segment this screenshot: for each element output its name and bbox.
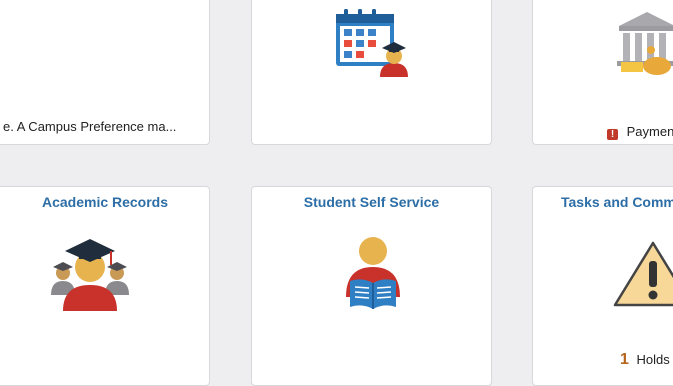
tasks-title: Tasks and Comm bbox=[561, 194, 673, 210]
tile-tasks[interactable]: Tasks and Comm 1 Holds bbox=[532, 186, 673, 386]
tile-academic-records[interactable]: Academic Records bbox=[0, 186, 210, 386]
tile-payment[interactable]: ! Paymen bbox=[532, 0, 673, 145]
payment-label: Paymen bbox=[626, 124, 673, 139]
academic-records-title: Academic Records bbox=[41, 194, 169, 210]
calendar-graduate-icon bbox=[336, 9, 408, 77]
tile-calendar[interactable] bbox=[251, 0, 492, 145]
campus-preference-text: e. A Campus Preference ma... bbox=[3, 119, 177, 134]
holds-label: Holds bbox=[636, 352, 670, 367]
holds-count[interactable]: 1 Holds bbox=[620, 351, 670, 369]
warning-icon bbox=[613, 241, 673, 307]
graduates-icon bbox=[51, 239, 129, 311]
payment-alert[interactable]: ! Paymen bbox=[607, 124, 673, 140]
bank-payment-icon bbox=[617, 12, 673, 75]
alert-icon: ! bbox=[607, 129, 618, 140]
tile-student-self-service[interactable]: Student Self Service bbox=[251, 186, 492, 386]
tile-campus-preference[interactable]: e. A Campus Preference ma... bbox=[0, 0, 210, 145]
student-reading-icon bbox=[346, 237, 400, 309]
student-self-service-title: Student Self Service bbox=[303, 194, 440, 210]
holds-number: 1 bbox=[620, 351, 629, 368]
